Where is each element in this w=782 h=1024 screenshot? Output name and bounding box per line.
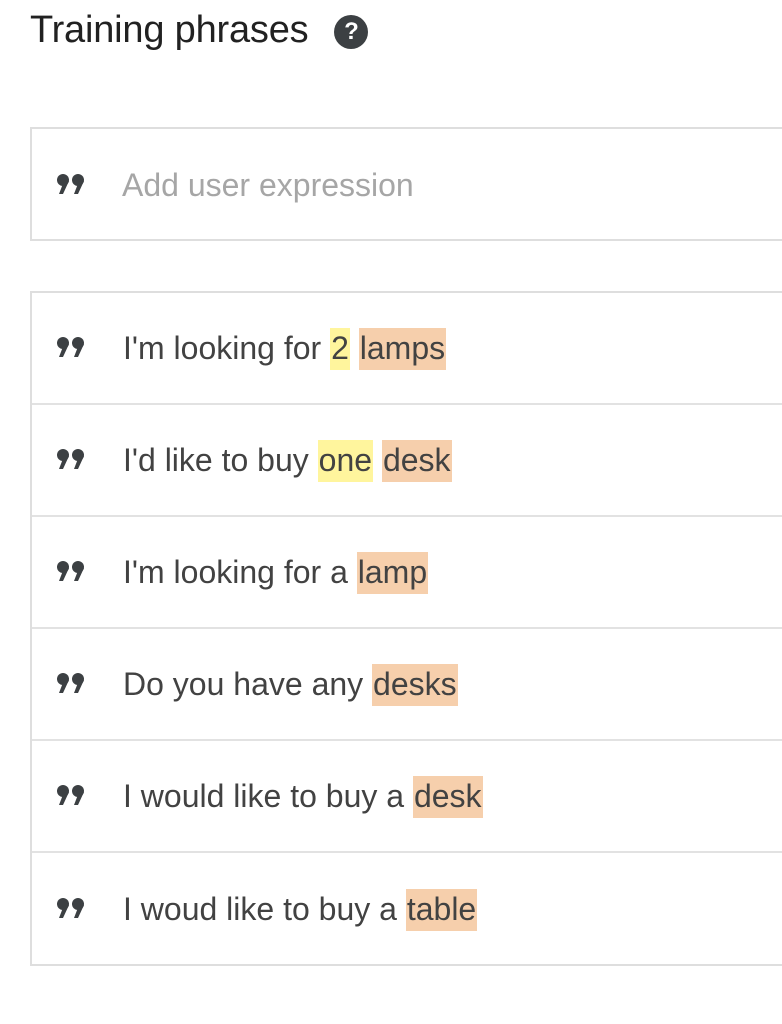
training-phrases-list: I'm looking for 2 lamps I'd like to buy o… [30, 291, 782, 966]
training-phrase-row[interactable]: I would like to buy a desk [32, 741, 782, 853]
training-phrase-row[interactable]: I'm looking for a lamp [32, 517, 782, 629]
phrase-text-segment: I'm looking for [123, 330, 331, 366]
phrase-text-segment: I'm looking for a [123, 554, 357, 590]
training-phrase-text[interactable]: I would like to buy a desk [123, 774, 483, 818]
training-phrase-row[interactable]: I'd like to buy one desk [32, 405, 782, 517]
quote-icon [57, 785, 84, 805]
entity-number-annotation[interactable]: one [317, 440, 374, 482]
section-header: Training phrases ? [30, 0, 369, 60]
training-phrase-text[interactable]: I'd like to buy one desk [123, 438, 452, 482]
entity-product-annotation[interactable]: lamps [358, 328, 447, 370]
phrase-text-segment: Do you have any [123, 666, 373, 702]
training-phrase-row[interactable]: Do you have any desks [32, 629, 782, 741]
entity-product-annotation[interactable]: lamp [356, 552, 429, 594]
training-phrase-text[interactable]: I woud like to buy a table [123, 887, 478, 931]
phrase-text-segment: I woud like to buy a [123, 891, 406, 927]
add-expression-card [30, 127, 782, 241]
quote-icon [57, 898, 84, 918]
add-expression-row [32, 129, 782, 241]
training-phrase-row[interactable]: I woud like to buy a table [32, 853, 782, 965]
phrase-text-segment [350, 330, 359, 366]
entity-product-annotation[interactable]: table [405, 889, 478, 931]
training-phrase-text[interactable]: I'm looking for a lamp [123, 550, 429, 594]
add-user-expression-input[interactable] [122, 160, 762, 210]
quote-icon [57, 561, 84, 581]
entity-product-annotation[interactable]: desk [412, 776, 483, 818]
phrase-text-segment: I would like to buy a [123, 778, 413, 814]
entity-number-annotation[interactable]: 2 [330, 328, 350, 370]
quote-icon [57, 673, 84, 693]
training-phrase-row[interactable]: I'm looking for 2 lamps [32, 293, 782, 405]
training-phrase-text[interactable]: I'm looking for 2 lamps [123, 326, 447, 370]
help-icon[interactable]: ? [334, 15, 369, 49]
entity-product-annotation[interactable]: desk [381, 440, 452, 482]
quote-icon [57, 449, 84, 469]
section-title: Training phrases [30, 8, 309, 51]
quote-icon [57, 174, 84, 194]
phrase-text-segment [373, 442, 382, 478]
quote-icon [57, 337, 84, 357]
entity-product-annotation[interactable]: desks [372, 664, 458, 706]
phrase-text-segment: I'd like to buy [123, 442, 318, 478]
training-phrase-text[interactable]: Do you have any desks [123, 662, 458, 706]
